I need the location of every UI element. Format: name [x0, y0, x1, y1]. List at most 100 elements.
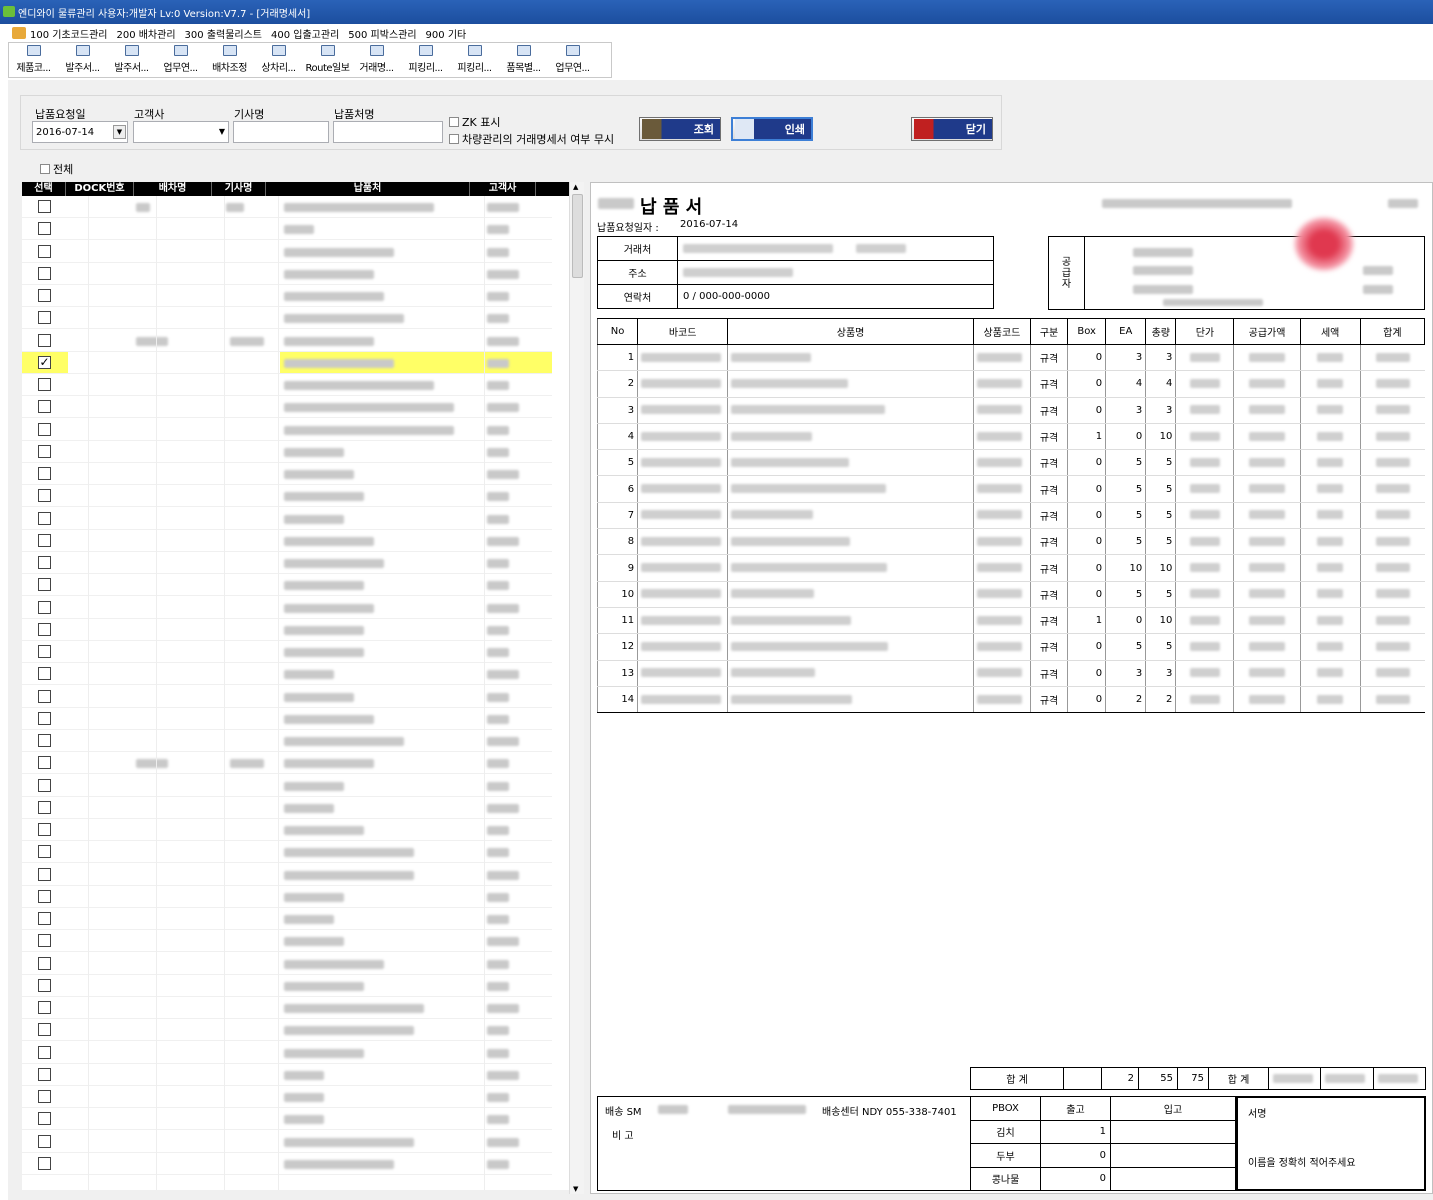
- row-checkbox[interactable]: [38, 533, 51, 547]
- row-checkbox[interactable]: [38, 667, 51, 681]
- row-checkbox[interactable]: [38, 289, 51, 302]
- table-row[interactable]: [22, 196, 552, 218]
- row-checkbox[interactable]: [38, 222, 51, 236]
- table-row[interactable]: [22, 752, 552, 775]
- row-checkbox[interactable]: [38, 444, 51, 458]
- ignore-checkbox[interactable]: 차량관리의 거래명세서 여부 무시: [449, 131, 614, 147]
- table-row[interactable]: [22, 218, 552, 241]
- table-row[interactable]: [22, 619, 552, 641]
- table-row[interactable]: [22, 396, 552, 419]
- table-row[interactable]: [22, 330, 552, 352]
- row-checkbox[interactable]: [38, 1112, 51, 1126]
- table-row[interactable]: [22, 1042, 552, 1064]
- table-row[interactable]: [22, 775, 552, 797]
- table-row[interactable]: [22, 307, 552, 330]
- table-row[interactable]: [22, 708, 552, 730]
- toolbar-button[interactable]: 업무연...: [548, 43, 597, 77]
- table-row[interactable]: [22, 263, 552, 285]
- row-checkbox[interactable]: [38, 800, 51, 814]
- row-checkbox[interactable]: [38, 867, 51, 881]
- date-input[interactable]: 2016-07-14 ▼: [32, 121, 128, 143]
- grid-scrollbar[interactable]: ▲ ▼: [569, 182, 584, 1194]
- row-checkbox[interactable]: [38, 422, 51, 436]
- table-row[interactable]: [22, 686, 552, 708]
- table-row[interactable]: ✓: [22, 351, 552, 374]
- print-button[interactable]: 인쇄: [731, 117, 813, 141]
- row-checkbox[interactable]: [38, 578, 51, 592]
- row-checkbox[interactable]: [38, 978, 51, 992]
- row-checkbox[interactable]: [38, 311, 51, 325]
- table-row[interactable]: [22, 819, 552, 841]
- toolbar-button[interactable]: 품목별...: [499, 43, 548, 77]
- row-checkbox[interactable]: [38, 912, 51, 925]
- menu-item[interactable]: 200 배차관리: [116, 26, 175, 41]
- row-checkbox[interactable]: [38, 1001, 51, 1014]
- grid-column-header[interactable]: DOCK번호: [66, 182, 134, 196]
- row-checkbox[interactable]: [38, 1045, 51, 1059]
- row-checkbox[interactable]: [38, 244, 51, 258]
- table-row[interactable]: [22, 1108, 552, 1131]
- row-checkbox[interactable]: [38, 266, 51, 280]
- table-row[interactable]: [22, 241, 552, 263]
- table-row[interactable]: [22, 485, 552, 508]
- row-checkbox[interactable]: ✓: [38, 355, 51, 369]
- row-checkbox[interactable]: [38, 1156, 51, 1170]
- driver-input[interactable]: [233, 121, 329, 143]
- grid-column-header[interactable]: 배차명: [134, 182, 212, 196]
- row-checkbox[interactable]: [38, 622, 51, 636]
- grid-column-header[interactable]: 납품처: [266, 182, 470, 196]
- table-row[interactable]: [22, 597, 552, 619]
- toolbar-button[interactable]: Route일보: [303, 43, 352, 77]
- table-row[interactable]: [22, 641, 552, 663]
- table-row[interactable]: [22, 975, 552, 997]
- table-row[interactable]: [22, 419, 552, 441]
- row-checkbox[interactable]: [38, 511, 51, 525]
- table-row[interactable]: [22, 663, 552, 686]
- row-checkbox[interactable]: [38, 845, 51, 859]
- toolbar-button[interactable]: 발주서...: [107, 43, 156, 77]
- toolbar-button[interactable]: 피킹리...: [450, 43, 499, 77]
- table-row[interactable]: [22, 953, 552, 975]
- toolbar-button[interactable]: 배차조정: [205, 43, 254, 77]
- table-row[interactable]: [22, 574, 552, 597]
- table-row[interactable]: [22, 552, 552, 574]
- row-checkbox[interactable]: [38, 711, 51, 725]
- row-checkbox[interactable]: [38, 889, 51, 903]
- zk-checkbox[interactable]: ZK 표시: [449, 114, 501, 130]
- row-checkbox[interactable]: [38, 956, 51, 970]
- row-checkbox[interactable]: [38, 823, 51, 836]
- table-row[interactable]: [22, 530, 552, 552]
- row-checkbox[interactable]: [38, 467, 51, 480]
- menu-item[interactable]: 100 기초코드관리: [30, 26, 107, 41]
- table-row[interactable]: [22, 285, 552, 307]
- table-row[interactable]: [22, 1019, 552, 1042]
- row-checkbox[interactable]: [38, 1090, 51, 1103]
- row-checkbox[interactable]: [38, 333, 51, 347]
- grid-column-header[interactable]: 고객사: [470, 182, 536, 196]
- row-checkbox[interactable]: [38, 1134, 51, 1148]
- menu-item[interactable]: 300 출력물리스트: [185, 26, 262, 41]
- row-checkbox[interactable]: [38, 378, 51, 391]
- row-checkbox[interactable]: [38, 778, 51, 792]
- table-row[interactable]: [22, 886, 552, 908]
- grid-column-header[interactable]: 기사명: [212, 182, 266, 196]
- toolbar-button[interactable]: 거래명...: [352, 43, 401, 77]
- customer-select[interactable]: ▼: [133, 121, 229, 143]
- calendar-dropdown-icon[interactable]: ▼: [113, 125, 126, 139]
- toolbar-button[interactable]: 상차리...: [254, 43, 303, 77]
- table-row[interactable]: [22, 797, 552, 819]
- table-row[interactable]: [22, 930, 552, 953]
- menu-item[interactable]: 500 피박스관리: [348, 26, 416, 41]
- table-row[interactable]: [22, 730, 552, 752]
- table-row[interactable]: [22, 841, 552, 864]
- row-checkbox[interactable]: [38, 400, 51, 414]
- table-row[interactable]: [22, 1153, 552, 1175]
- table-row[interactable]: [22, 374, 552, 396]
- grid-column-header[interactable]: 선택: [22, 182, 66, 196]
- table-row[interactable]: [22, 508, 552, 530]
- row-checkbox[interactable]: [38, 489, 51, 503]
- row-checkbox[interactable]: [38, 689, 51, 703]
- menu-item[interactable]: 400 입출고관리: [271, 26, 339, 41]
- table-row[interactable]: [22, 1086, 552, 1108]
- table-row[interactable]: [22, 441, 552, 463]
